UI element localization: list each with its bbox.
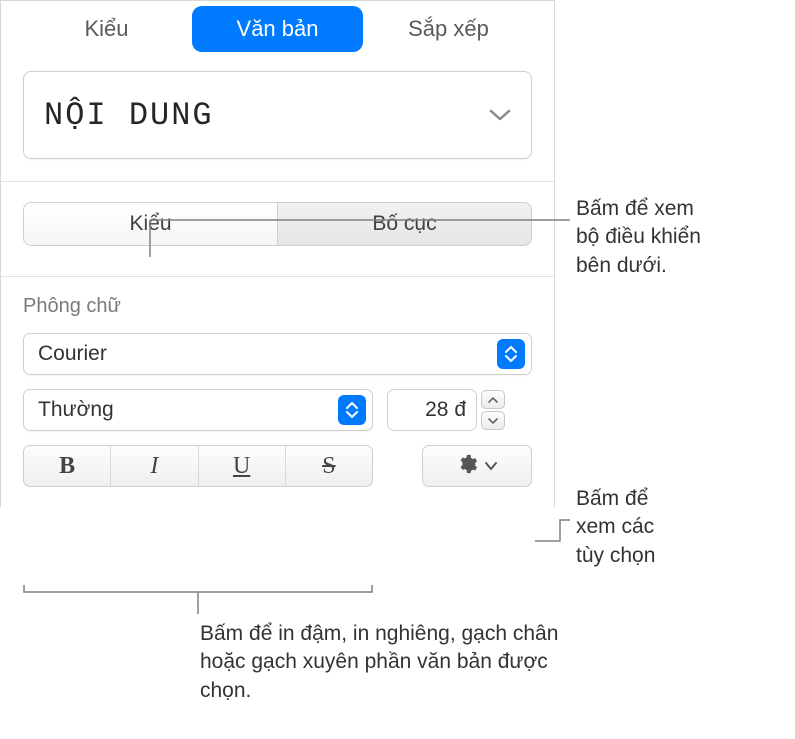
- italic-button[interactable]: I: [111, 446, 198, 486]
- font-size-control: 28 đ: [387, 389, 532, 431]
- chevron-down-icon: [484, 456, 498, 476]
- updown-icon: [338, 395, 366, 425]
- chevron-down-icon: [489, 108, 511, 122]
- font-label: Phông chữ: [23, 295, 532, 318]
- tab-style[interactable]: Kiểu: [21, 6, 192, 52]
- callout-style-buttons: Bấm để in đậm, in nghiêng, gạch chân hoặ…: [200, 620, 590, 705]
- font-family-value: Courier: [38, 342, 497, 366]
- underline-button[interactable]: U: [199, 446, 286, 486]
- paragraph-style-name: NỘI DUNG: [44, 97, 489, 134]
- sub-tab-layout[interactable]: Bố cục: [278, 203, 531, 245]
- font-style-popup[interactable]: Thường: [23, 389, 373, 431]
- paragraph-style-popup[interactable]: NỘI DUNG: [23, 71, 532, 159]
- callout-subtab: Bấm để xem bộ điều khiển bên dưới.: [576, 195, 776, 280]
- sub-tab-style[interactable]: Kiểu: [24, 203, 278, 245]
- font-style-value: Thường: [38, 398, 338, 422]
- text-style-buttons: B I U S: [23, 445, 373, 487]
- font-section: Phông chữ Courier Thường 28 đ: [1, 277, 554, 431]
- tab-text[interactable]: Văn bản: [192, 6, 363, 52]
- font-size-stepper: [481, 390, 505, 430]
- stepper-up[interactable]: [481, 390, 505, 409]
- top-tab-bar: Kiểu Văn bản Sắp xếp: [1, 1, 554, 56]
- bold-button[interactable]: B: [24, 446, 111, 486]
- font-size-field[interactable]: 28 đ: [387, 389, 477, 431]
- tab-arrange[interactable]: Sắp xếp: [363, 6, 534, 52]
- updown-icon: [497, 339, 525, 369]
- advanced-options-button[interactable]: [422, 445, 532, 487]
- callout-gear: Bấm để xem các tùy chọn: [576, 485, 776, 570]
- strikethrough-button[interactable]: S: [286, 446, 372, 486]
- font-family-popup[interactable]: Courier: [23, 333, 532, 375]
- format-sidebar: Kiểu Văn bản Sắp xếp NỘI DUNG Kiểu Bố cụ…: [0, 0, 555, 507]
- gear-icon: [456, 453, 478, 480]
- sub-tab-bar: Kiểu Bố cục: [23, 202, 532, 246]
- stepper-down[interactable]: [481, 411, 505, 430]
